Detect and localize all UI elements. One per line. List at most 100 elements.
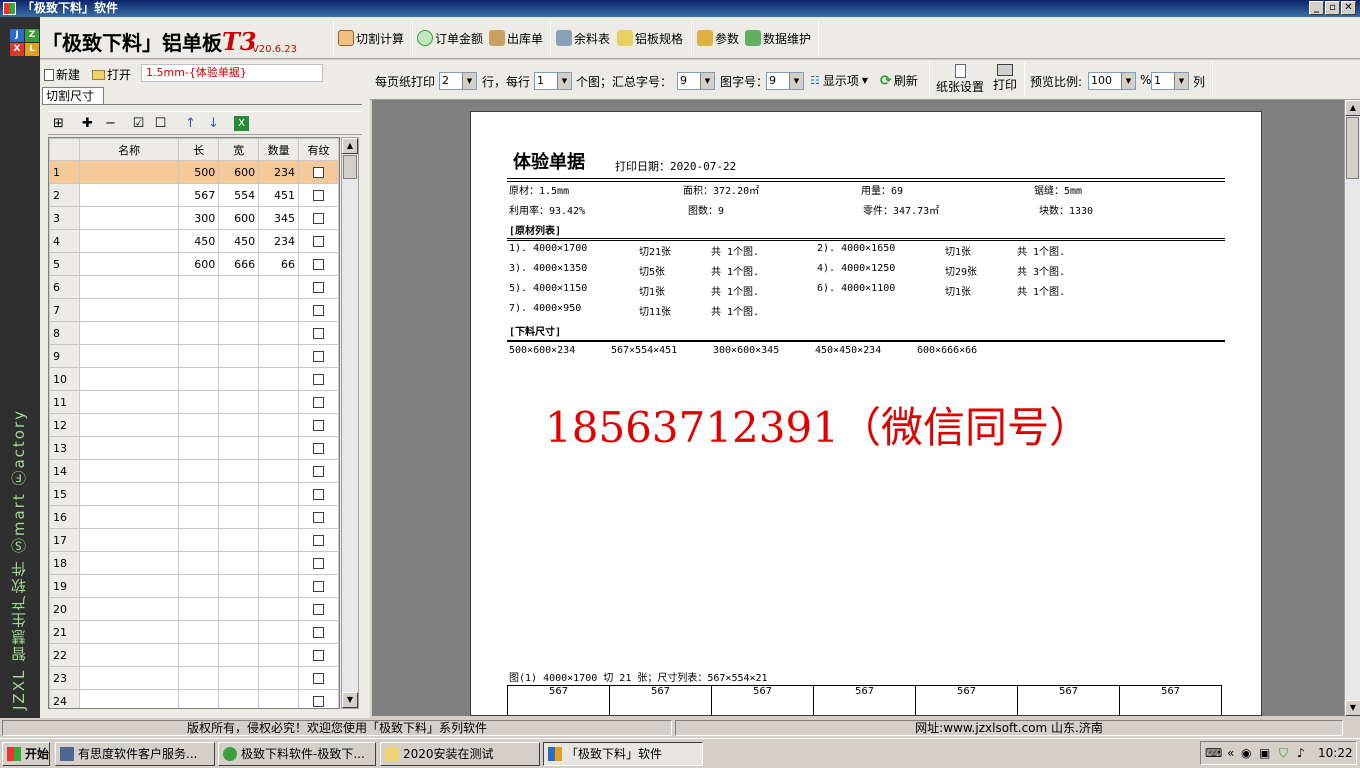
cell-quantity[interactable]: [258, 666, 300, 690]
table-row[interactable]: 11: [49, 390, 339, 414]
cell-length[interactable]: [178, 689, 220, 708]
start-button[interactable]: 开始: [2, 742, 50, 766]
cell-name[interactable]: [78, 160, 180, 184]
order-amount-button[interactable]: 订单金额: [417, 28, 483, 48]
scroll-up-button[interactable]: ▲: [342, 138, 358, 154]
cell-length[interactable]: [178, 597, 220, 621]
table-row[interactable]: 5 600 666 66: [49, 252, 339, 276]
open-button[interactable]: 打开: [92, 66, 131, 83]
remove-icon[interactable]: −: [103, 116, 118, 131]
cell-name[interactable]: [78, 551, 180, 575]
grain-checkbox[interactable]: [313, 213, 325, 224]
cell-width[interactable]: [218, 528, 260, 552]
cell-quantity[interactable]: [258, 597, 300, 621]
cell-width[interactable]: [218, 413, 260, 437]
arrow-down-icon[interactable]: ↓: [206, 116, 221, 131]
cell-name[interactable]: [78, 459, 180, 483]
cut-calc-button[interactable]: 切割计算: [338, 28, 404, 48]
cell-name[interactable]: [78, 666, 180, 690]
cell-length[interactable]: [178, 367, 220, 391]
table-row[interactable]: 8: [49, 321, 339, 345]
cell-length[interactable]: [178, 505, 220, 529]
grain-checkbox[interactable]: [313, 650, 325, 661]
scroll-thumb[interactable]: [343, 155, 357, 179]
maximize-button[interactable]: ▫: [1325, 1, 1340, 15]
cell-width[interactable]: 600: [218, 206, 260, 230]
per-page-select[interactable]: 2 ▼: [439, 72, 477, 90]
cell-quantity[interactable]: [258, 459, 300, 483]
cell-width[interactable]: [218, 597, 260, 621]
cell-name[interactable]: [78, 344, 180, 368]
cell-name[interactable]: [78, 275, 180, 299]
outbound-button[interactable]: 出库单: [489, 28, 543, 48]
table-row[interactable]: 18: [49, 551, 339, 575]
cell-length[interactable]: 567: [178, 183, 220, 207]
insert-row-icon[interactable]: ⊞: [51, 116, 66, 131]
cell-quantity[interactable]: [258, 505, 300, 529]
table-row[interactable]: 9: [49, 344, 339, 368]
cell-quantity[interactable]: [258, 528, 300, 552]
cell-width[interactable]: [218, 275, 260, 299]
grain-checkbox[interactable]: [313, 397, 325, 408]
table-row[interactable]: 15: [49, 482, 339, 506]
arrow-up-icon[interactable]: ↑: [183, 116, 198, 131]
col-header-width[interactable]: 宽: [218, 138, 260, 161]
cell-name[interactable]: [78, 367, 180, 391]
cell-name[interactable]: [78, 528, 180, 552]
table-row[interactable]: 2 567 554 451: [49, 183, 339, 207]
clock[interactable]: 10:22: [1318, 746, 1353, 760]
cell-width[interactable]: [218, 321, 260, 345]
data-maintenance-button[interactable]: 数据维护: [745, 28, 811, 48]
board-spec-button[interactable]: 铝板规格: [617, 28, 683, 48]
cell-width[interactable]: 554: [218, 183, 260, 207]
summary-font-select[interactable]: 9 ▼: [677, 72, 715, 90]
cell-quantity[interactable]: 451: [258, 183, 300, 207]
cell-length[interactable]: [178, 620, 220, 644]
grain-checkbox[interactable]: [313, 558, 325, 569]
table-row[interactable]: 24: [49, 689, 339, 708]
col-header-grain[interactable]: 有纹: [298, 138, 339, 161]
cell-quantity[interactable]: 234: [258, 229, 300, 253]
grain-checkbox[interactable]: [313, 328, 325, 339]
grain-checkbox[interactable]: [313, 627, 325, 638]
qq-icon[interactable]: ◉: [1241, 746, 1251, 760]
table-row[interactable]: 4 450 450 234: [49, 229, 339, 253]
grain-checkbox[interactable]: [313, 581, 325, 592]
cell-length[interactable]: 500: [178, 160, 220, 184]
cell-name[interactable]: [78, 505, 180, 529]
col-header-name[interactable]: 名称: [78, 138, 180, 161]
task-customer-service[interactable]: 有思度软件客户服务...: [55, 742, 215, 766]
paper-setup-button[interactable]: 纸张设置: [935, 64, 985, 96]
cell-width[interactable]: [218, 390, 260, 414]
minimize-button[interactable]: _: [1309, 1, 1324, 15]
cell-name[interactable]: [78, 689, 180, 708]
preview-scrollbar[interactable]: ▲ ▼: [1344, 100, 1360, 716]
cell-length[interactable]: [178, 528, 220, 552]
table-row[interactable]: 23: [49, 666, 339, 690]
cell-length[interactable]: [178, 436, 220, 460]
grain-checkbox[interactable]: [313, 374, 325, 385]
cell-width[interactable]: [218, 344, 260, 368]
cell-name[interactable]: [78, 321, 180, 345]
cut-size-grid[interactable]: 名称 长 宽 数量 有纹 1 500 600 234 2 567 554 451 3 300 600…: [48, 137, 340, 709]
grain-checkbox[interactable]: [313, 420, 325, 431]
cell-name[interactable]: [78, 183, 180, 207]
cell-name[interactable]: [78, 206, 180, 230]
cell-length[interactable]: [178, 666, 220, 690]
cell-quantity[interactable]: [258, 367, 300, 391]
table-row[interactable]: 17: [49, 528, 339, 552]
cell-width[interactable]: 600: [218, 160, 260, 184]
display-items-button[interactable]: ☷ 显示项 ▼: [810, 72, 868, 89]
cell-width[interactable]: [218, 459, 260, 483]
shield-icon[interactable]: ⛉: [1279, 746, 1288, 761]
cell-length[interactable]: [178, 459, 220, 483]
cell-length[interactable]: 300: [178, 206, 220, 230]
cell-length[interactable]: 600: [178, 252, 220, 276]
keyboard-icon[interactable]: ⌨: [1205, 746, 1222, 760]
cell-quantity[interactable]: [258, 643, 300, 667]
print-button[interactable]: 打印: [991, 64, 1019, 96]
col-header-length[interactable]: 长: [178, 138, 220, 161]
scroll-down-button[interactable]: ▼: [1345, 700, 1360, 716]
zoom-select[interactable]: 100 ▼: [1088, 72, 1136, 90]
table-row[interactable]: 12: [49, 413, 339, 437]
